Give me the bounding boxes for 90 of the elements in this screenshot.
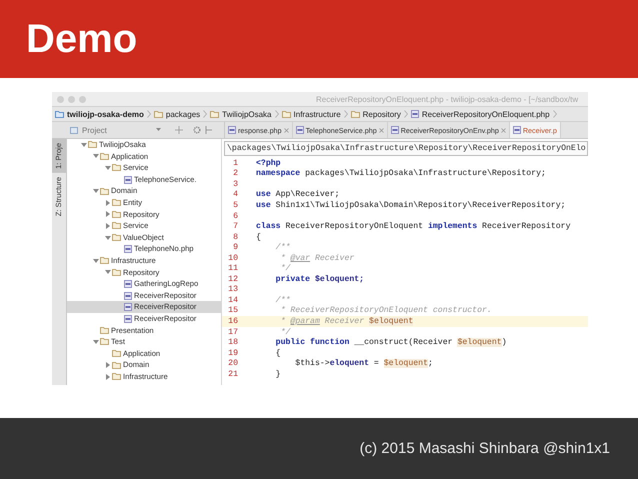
line-number: 19 <box>227 348 239 358</box>
line-number: 15 <box>227 306 239 316</box>
line-number: 10 <box>227 254 239 263</box>
code-text: } <box>274 370 281 379</box>
line-number: 13 <box>227 285 239 294</box>
close-icon[interactable] <box>500 128 506 132</box>
breadcrumb[interactable]: twiliojp-osaka-demo <box>67 110 144 118</box>
line-number: 3 <box>232 180 239 189</box>
collapsed-arrow-icon[interactable] <box>104 374 110 380</box>
chevron-icon <box>404 110 408 118</box>
line-number: 20 <box>227 359 239 368</box>
slide-title: Demo <box>26 19 138 59</box>
chevron-icon <box>344 110 348 118</box>
php-file-icon <box>124 176 132 184</box>
line-number: 17 <box>227 328 239 337</box>
code-text: * @var Receiver <box>280 254 354 263</box>
folder-icon <box>210 110 220 118</box>
line-number: 16 <box>227 316 239 326</box>
breadcrumb[interactable]: Repository <box>362 110 401 118</box>
copyright-text: (c) 2015 Masashi Shinbara @shin1x1 <box>360 440 610 457</box>
breadcrumb[interactable]: packages <box>166 110 200 118</box>
code-text: namespace packages\TwiliojpOsaka\Infrastructure\Repository; <box>256 169 546 178</box>
folder-icon <box>154 110 163 118</box>
collapsed-arrow-icon[interactable] <box>104 362 110 368</box>
file-path: \packages\TwiliojpOsaka\Infrastructure\Repository\ReceiverRepositoryOnElo <box>226 144 586 153</box>
line-number: 8 <box>232 232 239 242</box>
code-text: * @param Receiver $eloquent <box>280 316 414 326</box>
chevron-icon <box>274 110 279 118</box>
code-text: use App\Receiver; <box>256 190 340 200</box>
line-number: 5 <box>232 200 239 210</box>
folder-icon <box>350 110 360 118</box>
code-text: <?php <box>256 158 281 168</box>
code-text: $this->eloquent = $eloquent; <box>294 359 433 368</box>
close-icon[interactable] <box>378 128 384 132</box>
folder-icon <box>282 110 291 118</box>
php-file-icon <box>228 126 236 134</box>
line-number: 9 <box>232 243 239 252</box>
expanded-arrow-icon[interactable] <box>104 269 110 276</box>
chevron-icon <box>552 110 557 118</box>
line-number: 4 <box>232 190 239 200</box>
line-number: 14 <box>227 296 239 305</box>
path-field[interactable]: \packages\TwiliojpOsaka\Infrastructure\Repository\ReceiverRepositoryOnElo <box>224 141 588 156</box>
code-text: /** <box>274 243 290 252</box>
php-file-icon <box>124 245 132 254</box>
breadcrumb[interactable]: Infrastructure <box>294 110 341 118</box>
project-icon <box>70 126 78 134</box>
line-number: 7 <box>232 222 239 232</box>
collapsed-arrow-icon[interactable] <box>104 222 110 229</box>
expanded-arrow-icon[interactable] <box>104 164 110 171</box>
expanded-arrow-icon[interactable] <box>92 338 98 345</box>
code-text: */ <box>280 328 290 337</box>
expanded-arrow-icon[interactable] <box>104 234 110 241</box>
php-file-icon <box>390 126 399 134</box>
code-text: * ReceiverRepositoryOnEloquent constructor. <box>280 306 492 316</box>
panel-dropdown[interactable]: Project <box>82 126 152 134</box>
folder-icon <box>55 110 64 118</box>
line-number: 11 <box>227 264 239 274</box>
line-number: 6 <box>232 212 239 220</box>
chevron-icon <box>146 110 151 118</box>
expanded-arrow-icon[interactable] <box>92 188 98 194</box>
close-icon[interactable] <box>284 128 289 132</box>
php-file-icon <box>296 126 304 134</box>
collapsed-arrow-icon[interactable] <box>104 211 110 218</box>
code-text: public function __construct(Receiver $eloquent) <box>274 338 507 348</box>
line-number: 2 <box>232 169 239 178</box>
code-text: use Shin1x1\TwiliojpOsaka\Domain\Repository\ReceiverRepository; <box>256 200 566 210</box>
line-number: 12 <box>227 274 239 284</box>
crosshair-icon[interactable] <box>175 126 183 134</box>
settings-icon[interactable] <box>193 126 201 134</box>
breadcrumb[interactable]: TwiliojpOsaka <box>222 110 272 118</box>
line-number: 1 <box>232 158 239 168</box>
code-text: { <box>256 232 261 242</box>
breadcrumb[interactable]: ReceiverRepositoryOnEloquent.php <box>422 110 550 118</box>
collapse-icon[interactable] <box>205 126 212 134</box>
line-number: 21 <box>227 370 239 379</box>
line-number: 18 <box>227 338 239 348</box>
caret-icon[interactable] <box>156 128 161 132</box>
code-text: { <box>274 348 281 358</box>
code-text: private $eloquent; <box>274 274 364 284</box>
code-text: /** <box>274 296 290 305</box>
collapsed-arrow-icon[interactable] <box>104 200 110 206</box>
expanded-arrow-icon[interactable] <box>80 142 86 148</box>
expanded-arrow-icon[interactable] <box>92 153 98 160</box>
expanded-arrow-icon[interactable] <box>92 258 98 264</box>
code-text: */ <box>280 264 290 274</box>
php-file-icon <box>410 110 419 118</box>
chevron-icon <box>203 110 208 118</box>
window-title: ReceiverRepositoryOnEloquent.php - twiliojp-osaka-demo - [~/sandbox/tw <box>316 94 578 104</box>
php-file-icon <box>512 126 521 134</box>
code-text: class ReceiverRepositoryOnEloquent implements ReceiverRepository <box>256 222 570 232</box>
